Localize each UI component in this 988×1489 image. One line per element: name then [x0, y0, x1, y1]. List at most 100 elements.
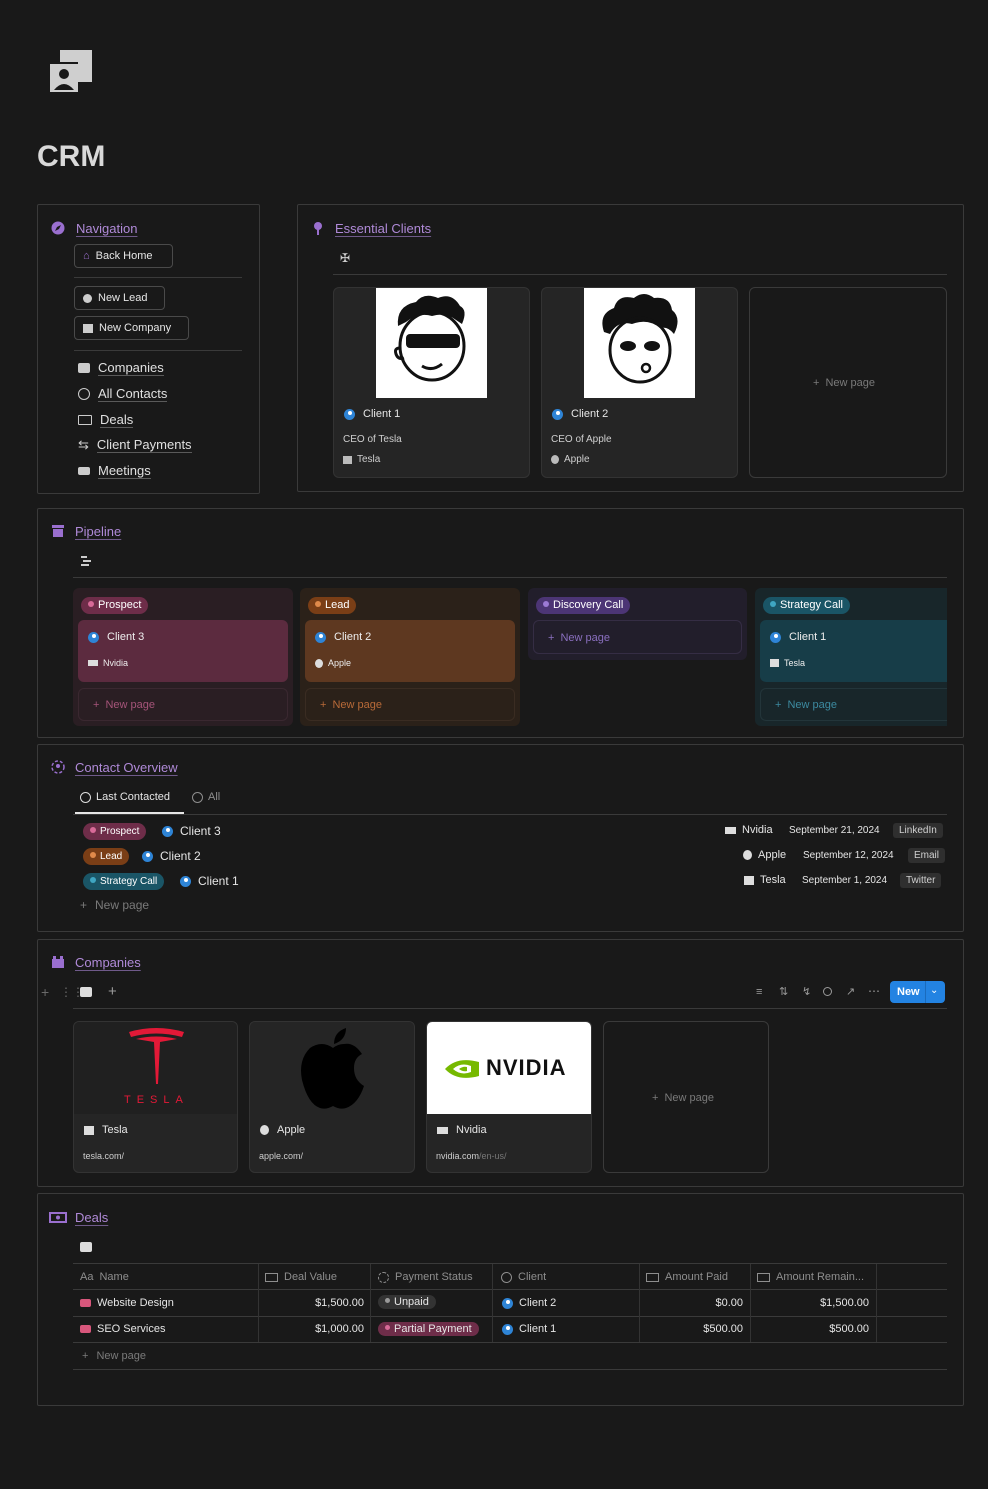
column-header-payment-status[interactable]: Payment Status — [378, 1271, 473, 1283]
plus-icon: + — [82, 1350, 89, 1362]
deals-title[interactable]: Deals — [75, 1210, 108, 1225]
stage-label: Strategy Call — [780, 599, 843, 611]
nav-link-all-contacts[interactable]: All Contacts — [78, 386, 168, 402]
column-header-amount-remaining[interactable]: Amount Remain... — [757, 1271, 864, 1283]
laptop-icon — [88, 660, 98, 666]
plus-icon: + — [775, 699, 782, 711]
company-name: Apple — [277, 1124, 306, 1136]
stage-tag[interactable]: Strategy Call — [763, 597, 850, 614]
company-url[interactable]: tesla.com/ — [83, 1151, 124, 1161]
company-url[interactable]: apple.com/ — [259, 1151, 303, 1161]
nav-link-deals[interactable]: Deals — [78, 412, 134, 428]
client-role: CEO of Tesla — [343, 434, 402, 445]
tab-last-contacted[interactable]: Last Contacted — [80, 791, 170, 803]
new-page-card[interactable]: + New page — [603, 1021, 769, 1173]
person-icon — [88, 631, 99, 643]
page-title: CRM — [37, 140, 106, 173]
contact-name: Client 1 — [198, 874, 239, 888]
deal-icon — [80, 1325, 91, 1333]
contact-company: Nvidia — [742, 824, 773, 836]
companies-title[interactable]: Companies — [75, 955, 141, 970]
new-page-button[interactable]: + New page — [533, 620, 742, 654]
company-url[interactable]: nvidia.com/en-us/ — [436, 1151, 507, 1161]
archive-icon — [51, 524, 65, 538]
search-icon[interactable] — [823, 987, 832, 996]
apple-logo — [250, 1022, 414, 1114]
column-header-client[interactable]: Client — [501, 1271, 546, 1283]
client-name: Client 2 — [571, 408, 609, 420]
board-view-icon[interactable] — [80, 554, 92, 572]
company-card[interactable]: TESLA Tesla tesla.com/ — [73, 1021, 238, 1173]
pipeline-title[interactable]: Pipeline — [75, 524, 121, 539]
nav-link-companies[interactable]: Companies — [78, 360, 164, 376]
gallery-view-icon[interactable]: ✠ — [340, 251, 350, 265]
plus-icon: + — [813, 377, 820, 389]
company-card[interactable]: Apple apple.com/ — [249, 1021, 415, 1173]
status-icon — [378, 1271, 389, 1283]
table-row[interactable]: SEO Services $1,000.00 Partial Payment C… — [73, 1317, 947, 1343]
stage-tag[interactable]: Prospect — [81, 597, 149, 614]
pipeline-card[interactable]: Client 3 Nvidia — [78, 620, 288, 682]
new-page-card[interactable]: + New page — [749, 287, 947, 478]
client-card[interactable]: Client 1 CEO of Tesla Tesla — [333, 287, 530, 478]
navigation-title[interactable]: Navigation — [76, 221, 137, 236]
new-page-button[interactable]: + New page — [760, 688, 947, 721]
divider — [73, 1263, 947, 1264]
client-role: CEO of Apple — [551, 434, 612, 445]
list-item[interactable]: Lead Client 2 Apple September 12, 2024 E… — [80, 847, 946, 865]
contact-name: Client 2 — [160, 849, 201, 863]
new-page-button[interactable]: + New page — [82, 1350, 146, 1362]
add-block-icon[interactable]: + — [41, 984, 49, 1000]
new-page-button[interactable]: + New page — [78, 688, 288, 721]
table-view-icon[interactable] — [80, 1242, 92, 1252]
person-icon — [552, 408, 563, 420]
list-item[interactable]: Prospect Client 3 Nvidia September 21, 2… — [80, 822, 946, 840]
new-page-button[interactable]: + New page — [80, 898, 149, 912]
briefcase-view-icon[interactable] — [80, 987, 92, 997]
more-icon[interactable]: ⋯ — [868, 984, 880, 998]
essential-clients-title[interactable]: Essential Clients — [335, 221, 431, 236]
tab-all[interactable]: All — [192, 791, 220, 803]
sort-icon[interactable]: ⇅ — [779, 985, 788, 998]
table-row[interactable]: Website Design $1,500.00 Unpaid Client 2… — [73, 1290, 947, 1316]
nav-link-meetings[interactable]: Meetings — [78, 463, 151, 479]
person-icon — [180, 875, 191, 887]
money-icon — [78, 415, 92, 425]
new-button[interactable]: New ⌄ — [890, 981, 945, 1003]
column-header-name[interactable]: Aa Name — [80, 1271, 129, 1283]
apple-icon — [551, 455, 559, 464]
divider — [74, 350, 242, 351]
chevron-down-icon[interactable]: ⌄ — [930, 985, 938, 996]
column-header-deal-value[interactable]: Deal Value — [265, 1271, 337, 1283]
filter-icon[interactable]: ≡ — [756, 986, 762, 998]
column-header-amount-paid[interactable]: Amount Paid — [646, 1271, 728, 1283]
company-url-host: nvidia.com — [436, 1151, 480, 1161]
nvidia-logo: NVIDIA — [427, 1022, 591, 1114]
transfer-icon: ⇆ — [78, 437, 89, 452]
new-page-button[interactable]: + New page — [305, 688, 515, 721]
pipeline-card[interactable]: Client 1 Tesla — [760, 620, 947, 682]
list-item[interactable]: Strategy Call Client 1 Tesla September 1… — [80, 872, 946, 890]
company-card[interactable]: NVIDIA Nvidia nvidia.com/en-us/ — [426, 1021, 592, 1173]
divider — [74, 277, 242, 278]
apple-icon — [743, 850, 752, 860]
back-home-button[interactable]: ⌂ Back Home — [74, 244, 173, 268]
client-card[interactable]: Client 2 CEO of Apple Apple — [541, 287, 738, 478]
pipeline-card[interactable]: Client 2 Apple — [305, 620, 515, 682]
stage-tag: Lead — [83, 848, 130, 865]
lightning-icon[interactable]: ↯ — [802, 985, 811, 998]
tesla-wordmark: TESLA — [124, 1094, 189, 1106]
nav-link-label: Meetings — [98, 463, 151, 479]
new-company-button[interactable]: New Company — [74, 316, 189, 340]
expand-icon[interactable]: ↗ — [846, 985, 855, 998]
add-view-icon[interactable]: + — [108, 983, 117, 1000]
divider — [73, 814, 947, 815]
contact-icon — [78, 388, 90, 400]
stage-tag[interactable]: Lead — [308, 597, 357, 614]
money-icon — [646, 1272, 659, 1282]
new-lead-button[interactable]: New Lead — [74, 286, 165, 310]
nav-link-client-payments[interactable]: ⇆ Client Payments — [78, 437, 192, 453]
column-header-label: Payment Status — [395, 1271, 473, 1283]
stage-tag[interactable]: Discovery Call — [536, 597, 631, 614]
contact-overview-title[interactable]: Contact Overview — [75, 760, 178, 775]
